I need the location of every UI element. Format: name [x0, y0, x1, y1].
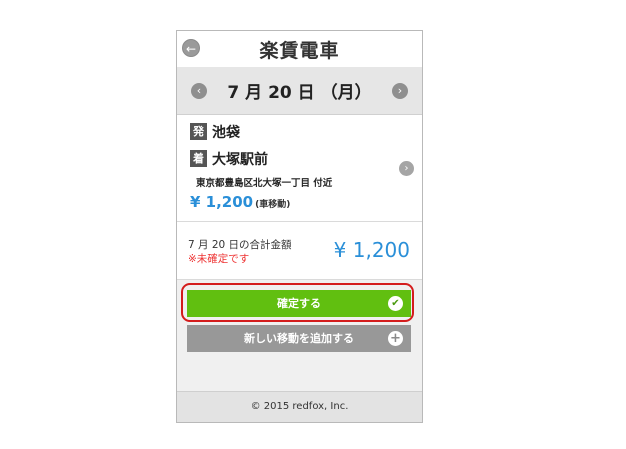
app-title-text: 楽賃電車: [259, 40, 340, 62]
check-icon: ✔: [388, 296, 403, 311]
fare-amount: ¥ 1,200: [190, 193, 254, 211]
copyright-text: © 2015 redfox, Inc.: [250, 401, 349, 412]
phone-screen: ← 楽賃電車 ‹ 7 月 20 日 （月） › 発 池袋 着 大塚駅前 東京都豊…: [176, 30, 423, 423]
fare-note: (車移動): [255, 200, 291, 210]
trip-item[interactable]: 発 池袋 着 大塚駅前 東京都豊島区北大塚一丁目 付近 ¥ 1,200 (車移動)…: [177, 115, 422, 222]
arrival-address: 東京都豊島区北大塚一丁目 付近: [196, 178, 333, 189]
confirm-button-label: 確定する: [277, 297, 321, 310]
add-trip-button[interactable]: 新しい移動を追加する +: [187, 325, 411, 352]
date-bar: ‹ 7 月 20 日 （月） ›: [177, 67, 422, 115]
daily-total: 7 月 20 日の合計金額 ※未確定です ¥ 1,200: [177, 222, 422, 280]
app-header: ← 楽賃電車: [177, 31, 422, 68]
next-day-chevron-icon[interactable]: ›: [392, 83, 408, 99]
add-trip-button-label: 新しい移動を追加する: [244, 332, 354, 345]
departure-station: 池袋: [212, 125, 240, 141]
arrival-badge: 着: [190, 150, 207, 167]
trip-detail-chevron-icon[interactable]: ›: [399, 161, 414, 176]
action-area: 確定する ✔ 新しい移動を追加する +: [177, 280, 422, 392]
app-title: 楽賃電車: [177, 36, 422, 63]
trip-fare: ¥ 1,200 (車移動): [190, 193, 290, 211]
total-amount: ¥ 1,200: [333, 238, 410, 262]
departure-badge: 発: [190, 123, 207, 140]
unconfirmed-status: ※未確定です: [188, 253, 250, 265]
footer: © 2015 redfox, Inc.: [177, 391, 422, 422]
total-label: 7 月 20 日の合計金額: [188, 239, 292, 251]
arrival-station: 大塚駅前: [212, 152, 268, 168]
current-date: 7 月 20 日 （月）: [227, 83, 372, 103]
plus-icon: +: [388, 331, 403, 346]
confirm-button[interactable]: 確定する ✔: [187, 290, 411, 317]
